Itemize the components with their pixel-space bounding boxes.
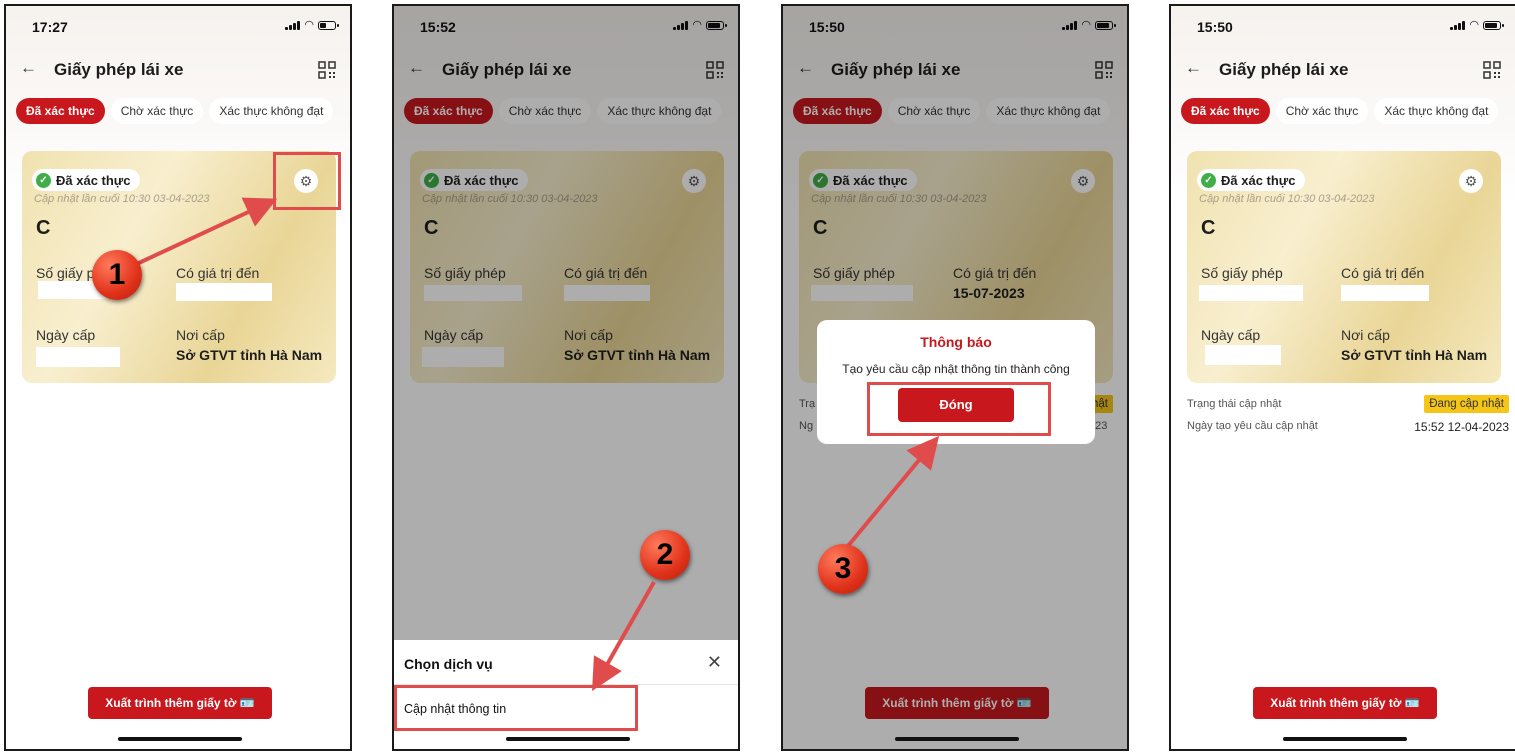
wifi-icon: ◠	[1469, 19, 1479, 31]
close-icon[interactable]: ✕	[707, 652, 722, 673]
battery-icon	[1483, 21, 1504, 30]
present-documents-button[interactable]: Xuất trình thêm giấy tờ 🪪	[1253, 687, 1437, 719]
issue-place-label: Nơi cấp	[176, 327, 225, 343]
verified-label: Đã xác thực	[1221, 172, 1296, 188]
step-3-marker: 3	[818, 544, 868, 594]
issue-date-label: Ngày cấp	[1201, 327, 1261, 343]
license-number-redacted	[1199, 285, 1303, 301]
screen-2: 15:52 ◠ ← Giấy phép lái xe Đã xác thực C…	[392, 4, 740, 751]
issue-place-value: Sở GTVT tỉnh Hà Nam	[176, 347, 323, 363]
tab-failed[interactable]: Xác thực không đạt	[1374, 98, 1499, 124]
dialog-message: Tạo yêu cầu cập nhật thông tin thành côn…	[842, 362, 1070, 376]
license-card[interactable]: ✓ Đã xác thực Cập nhật lần cuối 10:30 03…	[1187, 151, 1501, 383]
qr-code-icon[interactable]	[1483, 61, 1501, 79]
issue-place-value: Sở GTVT tỉnh Hà Nam	[1341, 347, 1488, 363]
back-arrow-icon[interactable]: ←	[20, 58, 37, 78]
status-bar: 15:50 ◠	[1171, 6, 1515, 46]
tab-failed[interactable]: Xác thực không đạt	[209, 98, 334, 124]
step-1-marker: 1	[92, 250, 142, 300]
check-circle-icon: ✓	[1201, 172, 1216, 188]
license-number-label: Số giấy phép	[1201, 265, 1283, 281]
tab-verified[interactable]: Đã xác thực	[1181, 98, 1270, 124]
home-indicator	[895, 737, 1019, 741]
home-indicator	[506, 737, 630, 741]
signal-icon	[1450, 20, 1466, 30]
issue-date-redacted	[1205, 345, 1281, 365]
verified-badge: ✓ Đã xác thực	[1197, 169, 1306, 191]
home-indicator	[118, 737, 242, 741]
dialog-title: Thông báo	[920, 334, 992, 350]
battery-icon	[318, 21, 339, 30]
verified-badge: ✓ Đã xác thực	[32, 169, 141, 191]
highlight-gear	[273, 152, 341, 210]
status-tabs: Đã xác thực Chờ xác thực Xác thực không …	[16, 98, 344, 124]
check-circle-icon: ✓	[36, 172, 51, 188]
back-arrow-icon[interactable]: ←	[1185, 58, 1202, 78]
page-title: Giấy phép lái xe	[1219, 60, 1349, 79]
tab-pending[interactable]: Chờ xác thực	[1275, 98, 1369, 124]
license-class: C	[1201, 217, 1216, 239]
step-2-marker: 2	[640, 530, 690, 580]
qr-code-icon[interactable]	[318, 61, 336, 79]
page-title: Giấy phép lái xe	[54, 60, 184, 79]
issue-date-label: Ngày cấp	[36, 327, 96, 343]
status-bar: 17:27 ◠	[6, 6, 350, 46]
screen-1: 17:27 ◠ ← Giấy phép lái xe Đã xác thực C…	[4, 4, 352, 751]
highlight-update-option	[394, 685, 638, 731]
modal-backdrop[interactable]	[394, 6, 738, 749]
last-updated-text: Cập nhật lần cuối 10:30 03-04-2023	[34, 193, 210, 205]
sheet-title: Chọn dịch vụ	[404, 656, 493, 672]
request-date-label: Ngày tạo yêu cầu cập nhật	[1187, 420, 1318, 432]
screen-4: 15:50 ◠ ← Giấy phép lái xe Đã xác thực C…	[1169, 4, 1515, 751]
status-time: 15:50	[1197, 19, 1233, 35]
issue-date-redacted	[36, 347, 120, 367]
status-tabs: Đã xác thực Chờ xác thực Xác thực không …	[1181, 98, 1509, 124]
last-updated-text: Cập nhật lần cuối 10:30 03-04-2023	[1199, 193, 1375, 205]
status-icons: ◠	[285, 19, 339, 31]
status-icons: ◠	[1450, 19, 1504, 31]
nav-bar: ← Giấy phép lái xe	[1171, 58, 1515, 88]
verified-label: Đã xác thực	[56, 172, 131, 188]
nav-bar: ← Giấy phép lái xe	[6, 58, 350, 88]
wifi-icon: ◠	[304, 19, 314, 31]
signal-icon	[285, 20, 301, 30]
home-indicator	[1283, 737, 1407, 741]
update-status-badge: Đang cập nhật	[1424, 395, 1509, 413]
valid-until-label: Có giá trị đến	[176, 265, 260, 281]
status-time: 17:27	[32, 19, 68, 35]
license-class: C	[36, 217, 51, 239]
highlight-close-button	[867, 382, 1051, 436]
screen-3: 15:50 ◠ ← Giấy phép lái xe Đã xác thực C…	[781, 4, 1129, 751]
present-documents-button[interactable]: Xuất trình thêm giấy tờ 🪪	[88, 687, 272, 719]
issue-place-label: Nơi cấp	[1341, 327, 1390, 343]
tab-verified[interactable]: Đã xác thực	[16, 98, 105, 124]
valid-until-redacted	[176, 283, 272, 301]
request-date-value: 15:52 12-04-2023	[1414, 420, 1509, 434]
valid-until-label: Có giá trị đến	[1341, 265, 1425, 281]
update-status-label: Trạng thái cập nhật	[1187, 398, 1282, 410]
gear-icon[interactable]: ⚙	[1459, 169, 1483, 193]
valid-until-redacted	[1341, 285, 1429, 301]
tab-pending[interactable]: Chờ xác thực	[110, 98, 204, 124]
